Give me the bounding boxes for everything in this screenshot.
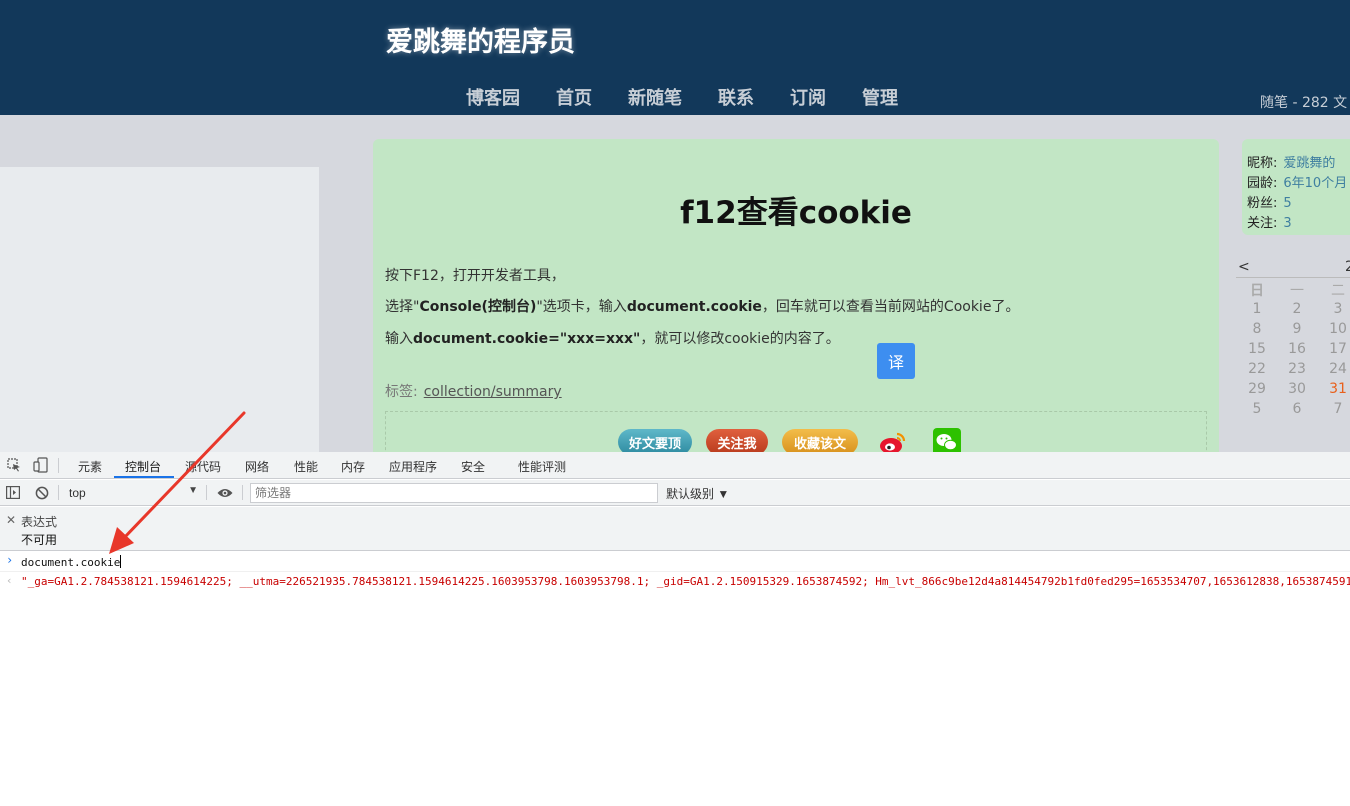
calendar-month: 2 (1345, 259, 1350, 275)
calendar-day[interactable]: 15 (1239, 341, 1275, 357)
console-input[interactable]: document.cookie (21, 555, 122, 569)
following-link[interactable]: 3 (1283, 216, 1291, 231)
calendar-day[interactable]: 31 (1320, 381, 1350, 397)
calendar-day[interactable]: 22 (1239, 361, 1275, 377)
left-sidebar (0, 167, 319, 452)
calendar-day[interactable]: 1 (1239, 301, 1275, 317)
calendar-day[interactable]: 2 (1279, 301, 1315, 317)
console-input-row[interactable]: › document.cookie (0, 552, 1350, 572)
tab-network[interactable]: 网络 (245, 458, 269, 475)
console-result-row: ‹ "_ga=GA1.2.784538121.1594614225; __utm… (0, 573, 1350, 591)
tab-console[interactable]: 控制台 (125, 458, 161, 475)
toolbar-divider (206, 485, 207, 500)
console-result-value[interactable]: "_ga=GA1.2.784538121.1594614225; __utma=… (21, 575, 1350, 588)
filter-input[interactable]: 筛选器 (250, 483, 658, 503)
follow-button[interactable]: 关注我 (706, 429, 768, 452)
nav-item-manage[interactable]: 管理 (862, 84, 898, 110)
weekday-mon: 一 (1290, 283, 1304, 299)
blog-title[interactable]: 爱跳舞的程序员 (386, 20, 575, 59)
profile-fans: 粉丝: 5 (1247, 196, 1292, 211)
tab-elements[interactable]: 元素 (78, 458, 102, 475)
calendar-day[interactable]: 7 (1320, 401, 1350, 417)
tabbar-divider (58, 458, 59, 473)
post-card: f12查看cookie 按下F12，打开开发者工具， 选择"Console(控制… (373, 139, 1219, 452)
toolbar-divider (58, 485, 59, 500)
favorite-button[interactable]: 收藏该文 (782, 429, 858, 452)
nav-item-subscribe[interactable]: 订阅 (790, 84, 826, 110)
tab-sources[interactable]: 源代码 (185, 458, 221, 475)
nav-item-contact[interactable]: 联系 (718, 84, 754, 110)
calendar-day[interactable]: 29 (1239, 381, 1275, 397)
digg-button[interactable]: 好文要顶 (618, 429, 692, 452)
post-tags: 标签: collection/summary (385, 381, 562, 401)
post-paragraph-2: 选择"Console(控制台)"选项卡，输入document.cookie，回车… (385, 299, 1020, 315)
profile-card: 昵称: 爱跳舞的 园龄: 6年10个月 粉丝: 5 关注: 3 (1242, 139, 1350, 235)
log-level-select[interactable]: 默认级别 ▼ (666, 485, 729, 502)
inspect-element-icon[interactable] (7, 458, 21, 472)
calendar-day[interactable]: 9 (1279, 321, 1315, 337)
expression-value: 不可用 (21, 533, 58, 547)
calendar-day[interactable]: 17 (1320, 341, 1350, 357)
calendar-weekdays: 日 一 二 (1236, 277, 1350, 299)
blog-header: 爱跳舞的程序员 博客园 首页 新随笔 联系 订阅 管理 随笔 - 282 文 (0, 0, 1350, 115)
weibo-share-icon[interactable] (878, 428, 908, 452)
profile-following: 关注: 3 (1247, 216, 1292, 231)
live-expression-eye-icon[interactable] (217, 488, 233, 498)
post-paragraph-3: 输入document.cookie="xxx=xxx"，就可以修改cookie的… (385, 331, 840, 347)
chevron-down-icon: ▼ (188, 485, 198, 496)
tab-memory[interactable]: 内存 (341, 458, 365, 475)
prompt-chevron-icon: › (6, 553, 14, 567)
profile-age: 园龄: 6年10个月 (1247, 176, 1348, 191)
nav-item-new-post[interactable]: 新随笔 (628, 84, 682, 110)
weekday-sun: 日 (1250, 283, 1264, 299)
expression-label[interactable]: 表达式 (21, 513, 57, 530)
live-expression-panel: ✕ 表达式 不可用 (0, 507, 1350, 551)
devtools-panel: 元素 控制台 源代码 网络 性能 内存 应用程序 安全 性能评测 top ▼ 筛… (0, 452, 1350, 806)
blog-nav: 博客园 首页 新随笔 联系 订阅 管理 (466, 84, 934, 110)
blog-page: 爱跳舞的程序员 博客园 首页 新随笔 联系 订阅 管理 随笔 - 282 文 f… (0, 0, 1350, 452)
context-select[interactable]: top ▼ (62, 484, 202, 502)
calendar-day[interactable]: 5 (1239, 401, 1275, 417)
calendar-day[interactable]: 6 (1279, 401, 1315, 417)
nickname-link[interactable]: 爱跳舞的 (1283, 156, 1335, 171)
calendar-day[interactable]: 3 (1320, 301, 1350, 317)
nav-item-cnblogs[interactable]: 博客园 (466, 84, 520, 110)
devtools-tabbar: 元素 控制台 源代码 网络 性能 内存 应用程序 安全 性能评测 (0, 452, 1350, 479)
fans-link[interactable]: 5 (1283, 196, 1291, 211)
calendar-day[interactable]: 16 (1279, 341, 1315, 357)
console-toolbar: top ▼ 筛选器 默认级别 ▼ (0, 480, 1350, 506)
calendar-day[interactable]: 8 (1239, 321, 1275, 337)
tag-link[interactable]: collection/summary (424, 384, 562, 400)
calendar-day[interactable]: 23 (1279, 361, 1315, 377)
tab-lighthouse[interactable]: 性能评测 (518, 458, 566, 475)
translate-button[interactable]: 译 (877, 343, 915, 379)
close-icon[interactable]: ✕ (6, 513, 16, 527)
nav-item-home[interactable]: 首页 (556, 84, 592, 110)
tab-application[interactable]: 应用程序 (389, 458, 437, 475)
post-title[interactable]: f12查看cookie (373, 187, 1219, 232)
toolbar-divider (242, 485, 243, 500)
tab-security[interactable]: 安全 (461, 458, 485, 475)
post-stats: 随笔 - 282 文 (1260, 95, 1348, 111)
result-chevron-icon: ‹ (6, 574, 13, 587)
weekday-tue: 二 (1331, 283, 1345, 299)
calendar-day[interactable]: 10 (1320, 321, 1350, 337)
calendar: < 2 日 一 二 1 2 3 8 9 10 15 16 17 22 23 24 29 30 31 5 6 7 (1236, 259, 1350, 429)
post-actions: 好文要顶 关注我 收藏该文 (385, 411, 1207, 452)
active-tab-indicator (114, 476, 174, 478)
post-paragraph-1: 按下F12，打开开发者工具， (385, 268, 565, 284)
calendar-day[interactable]: 30 (1279, 381, 1315, 397)
profile-nickname: 昵称: 爱跳舞的 (1247, 156, 1336, 171)
clear-console-icon[interactable] (35, 486, 49, 500)
tab-performance[interactable]: 性能 (294, 458, 318, 475)
sidebar-toggle-icon[interactable] (6, 486, 20, 499)
tags-label: 标签: (385, 384, 418, 400)
wechat-share-icon[interactable] (933, 428, 961, 452)
text-cursor (120, 555, 122, 568)
calendar-day[interactable]: 24 (1320, 361, 1350, 377)
device-toolbar-icon[interactable] (33, 457, 48, 473)
calendar-prev-button[interactable]: < (1238, 259, 1250, 275)
